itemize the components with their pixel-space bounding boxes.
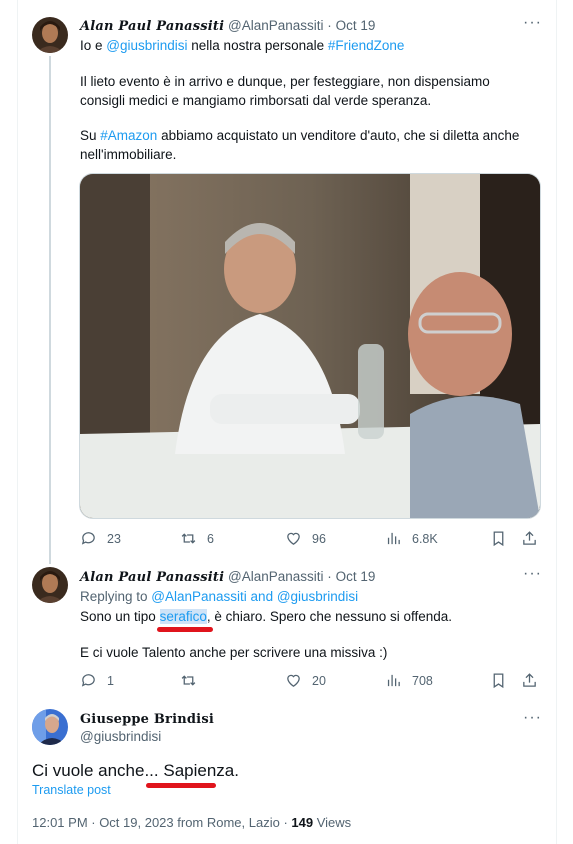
tweet2-handle[interactable]: @AlanPanassiti (228, 569, 324, 584)
thread-line (49, 56, 51, 564)
more-icon[interactable]: ··· (523, 565, 542, 583)
tweet2-display-name[interactable]: Alan Paul Panassiti (80, 570, 224, 585)
reply-button[interactable]: 23 (80, 530, 121, 547)
replying-label: Replying to (80, 589, 152, 604)
highlighted-word: serafico (159, 609, 207, 624)
avatar-alan[interactable] (32, 567, 68, 603)
tweet1-text-line1: Io e @giusbrindisi nella nostra personal… (80, 36, 404, 55)
tweet1-text: Su (80, 128, 101, 143)
hashtag-link[interactable]: #Amazon (100, 128, 157, 143)
tweet1-text: Io e (80, 38, 107, 53)
bookmark-button[interactable] (490, 672, 507, 689)
views-count: 6.8K (412, 531, 438, 546)
tweet2-date[interactable]: Oct 19 (336, 569, 376, 584)
views-count: 708 (412, 673, 433, 688)
red-underline-annotation (157, 627, 213, 632)
tweet1-para3-line2: nell'immobiliare. (80, 147, 177, 162)
like-icon (287, 674, 300, 687)
views-button[interactable]: 6.8K (385, 530, 438, 547)
more-icon[interactable]: ··· (523, 709, 542, 727)
tweet1-para2-line1: Il lieto evento è in arrivo e dunque, pe… (80, 74, 490, 89)
tweet3-meta: 12:01 PM · Oct 19, 2023 from Rome, Lazio… (32, 813, 351, 832)
tweet3-handle[interactable]: @giusbrindisi (80, 729, 161, 744)
tweet3-display-name[interactable]: Giuseppe Brindisi (80, 712, 214, 727)
replying-to: Replying to @AlanPanassiti and @giusbrin… (80, 587, 358, 606)
views-button[interactable]: 708 (385, 672, 433, 689)
avatar-alan[interactable] (32, 17, 68, 53)
repost-icon (181, 533, 196, 544)
avatar-giuseppe[interactable] (32, 709, 68, 745)
like-count: 20 (312, 673, 326, 688)
tweet1-text: nella nostra personale (187, 38, 328, 53)
repost-button[interactable] (180, 672, 207, 689)
tweet2-text: Sono un tipo (80, 609, 160, 624)
tweet1-para3-line1: Su #Amazon abbiamo acquistato un vendito… (80, 126, 519, 145)
bookmark-button[interactable] (490, 530, 507, 547)
like-button[interactable]: 20 (285, 672, 326, 689)
tweet1-header: Alan Paul Panassiti @AlanPanassiti · Oct… (80, 18, 375, 34)
share-button[interactable] (521, 530, 538, 547)
tweet2-text: , è chiaro. Spero che nessuno si offenda… (206, 609, 453, 624)
separator-dot: · (327, 569, 332, 584)
repost-count: 6 (207, 531, 214, 546)
more-icon[interactable]: ··· (523, 14, 542, 32)
like-count: 96 (312, 531, 326, 546)
views-icon (387, 674, 400, 687)
tweet2-text-line1: Sono un tipo serafico, è chiaro. Spero c… (80, 607, 452, 626)
tweet2-header: Alan Paul Panassiti @AlanPanassiti · Oct… (80, 569, 375, 585)
tweet1-display-name[interactable]: Alan Paul Panassiti (80, 19, 224, 34)
share-icon (523, 531, 536, 545)
hashtag-link[interactable]: #FriendZone (328, 38, 405, 53)
tweet1-date[interactable]: Oct 19 (336, 18, 376, 33)
views-label: Views (313, 815, 352, 830)
tweet3-text: Ci vuole anche... Sapienza. (32, 761, 239, 780)
share-button[interactable] (521, 672, 538, 689)
bookmark-icon (493, 673, 504, 689)
tweet2-text-line2: E ci vuole Talento anche per scrivere un… (80, 645, 388, 660)
views-number: 149 (291, 815, 314, 830)
mention-link[interactable]: @giusbrindisi (106, 38, 187, 53)
repost-icon (181, 675, 196, 686)
reply-button[interactable]: 1 (80, 672, 114, 689)
tweet1-handle[interactable]: @AlanPanassiti (228, 18, 324, 33)
repost-button[interactable]: 6 (180, 530, 214, 547)
reply-count: 1 (107, 673, 114, 688)
tweet2-actions: 1 20 708 (80, 672, 540, 692)
timestamp[interactable]: 12:01 PM · Oct 19, 2023 from Rome, Lazio… (32, 815, 291, 830)
tweet1-text: abbiamo acquistato un venditore d'auto, … (157, 128, 520, 143)
like-button[interactable]: 96 (285, 530, 326, 547)
reply-icon (81, 674, 95, 687)
bookmark-icon (493, 531, 504, 547)
tweet1-actions: 23 6 96 6.8K (80, 530, 540, 550)
tweet3-header: Giuseppe Brindisi (80, 711, 214, 727)
share-icon (523, 673, 536, 687)
reply-icon (81, 532, 95, 545)
red-underline-annotation (146, 783, 216, 788)
translate-post-link[interactable]: Translate post (32, 781, 111, 800)
replying-to-link[interactable]: @AlanPanassiti and @giusbrindisi (151, 589, 358, 604)
tweet1-para2-line2: consigli medici e mangiamo rimborsati da… (80, 93, 432, 108)
separator-dot: · (327, 18, 332, 33)
like-icon (287, 532, 300, 545)
views-icon (387, 532, 400, 545)
tweet-photo[interactable] (79, 173, 541, 519)
reply-count: 23 (107, 531, 121, 546)
